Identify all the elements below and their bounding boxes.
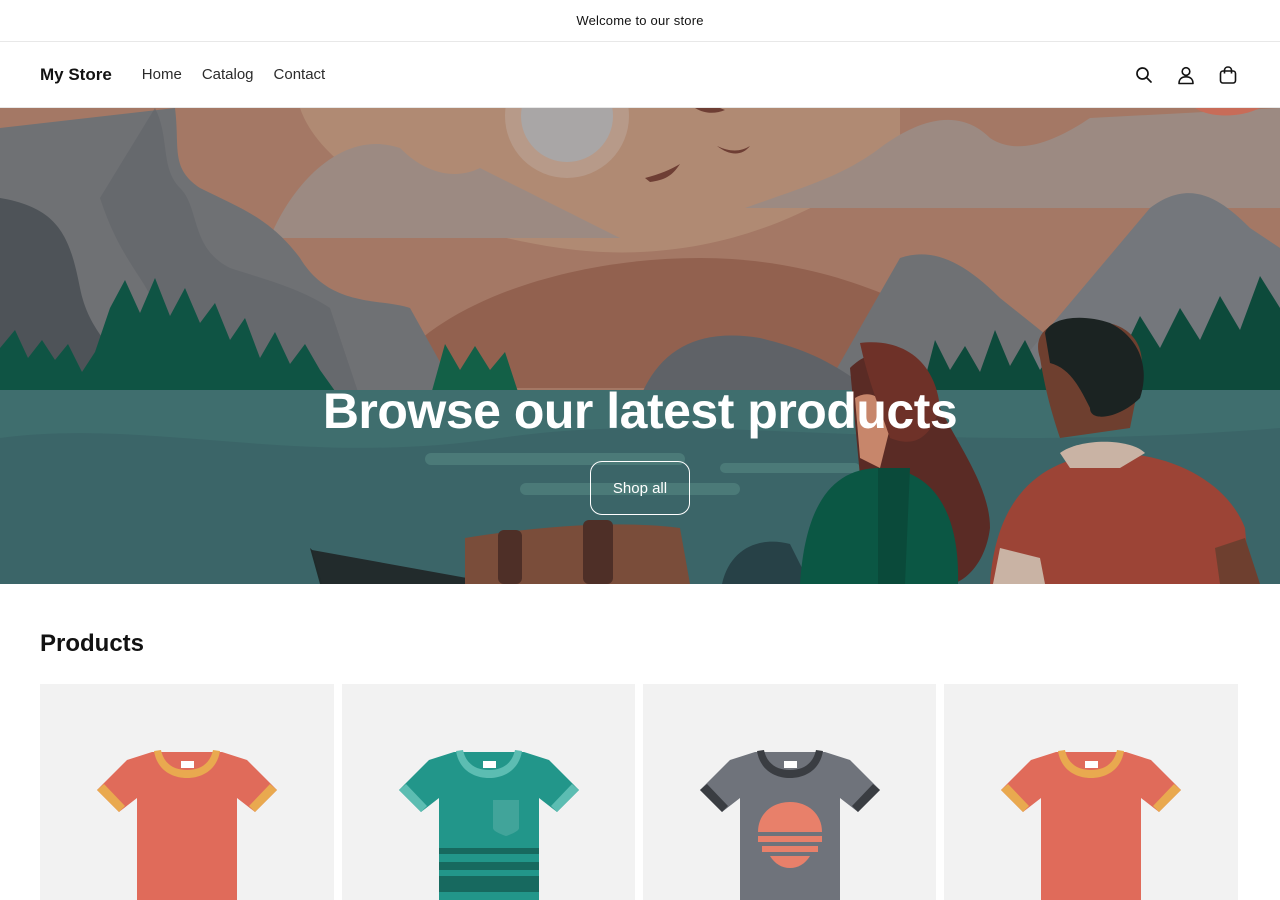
header-icons: [1132, 63, 1240, 87]
shop-all-button[interactable]: Shop all: [590, 461, 690, 515]
hero-banner: Browse our latest products Shop all: [0, 108, 1280, 584]
nav-catalog[interactable]: Catalog: [192, 66, 264, 83]
main-nav: Home Catalog Contact: [132, 66, 335, 83]
announcement-bar: Welcome to our store: [0, 0, 1280, 42]
tshirt-image: [398, 750, 579, 900]
tshirt-image: [699, 750, 880, 900]
nav-contact[interactable]: Contact: [264, 66, 336, 83]
product-card[interactable]: [40, 684, 334, 900]
tshirt-image: [97, 750, 277, 900]
account-icon[interactable]: [1174, 63, 1198, 87]
products-section: Products: [0, 584, 1280, 900]
product-card[interactable]: [944, 684, 1238, 900]
cart-icon[interactable]: [1216, 63, 1240, 87]
products-heading: Products: [40, 630, 145, 657]
search-icon[interactable]: [1132, 63, 1156, 87]
hero-title: Browse our latest products: [322, 383, 958, 439]
hero-content: Browse our latest products Shop all: [0, 384, 1280, 515]
tshirt-image: [1001, 750, 1181, 900]
product-grid: [40, 684, 1240, 900]
product-card[interactable]: [643, 684, 936, 900]
nav-home[interactable]: Home: [132, 66, 192, 83]
product-card[interactable]: [342, 684, 635, 900]
store-logo[interactable]: My Store: [40, 65, 112, 85]
site-header: My Store Home Catalog Contact: [0, 42, 1280, 108]
announcement-text: Welcome to our store: [576, 13, 704, 28]
